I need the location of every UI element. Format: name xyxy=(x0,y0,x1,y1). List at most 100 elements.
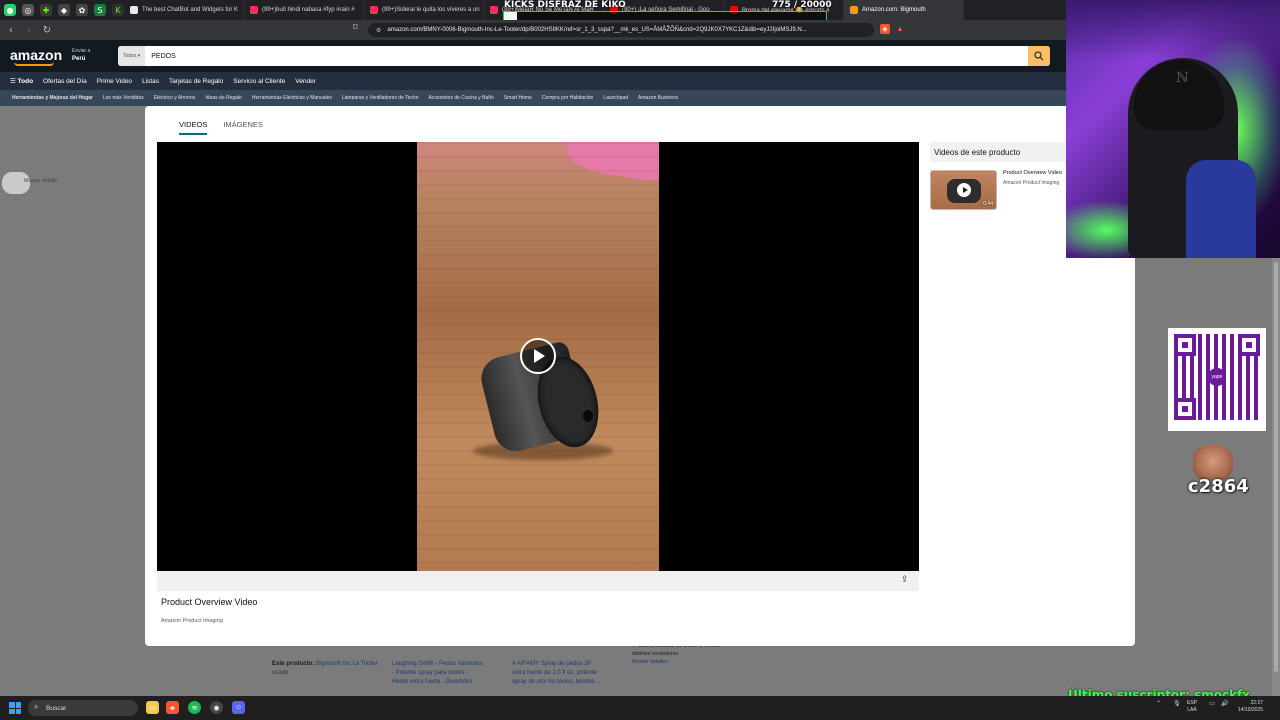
yape-logo-text: yape xyxy=(1211,374,1223,380)
kick-icon[interactable]: ✚ xyxy=(40,4,52,16)
amazon-icon xyxy=(850,6,858,14)
tab-tiktok-1[interactable]: (99+)buti hindi nabasa #fyp #rain # xyxy=(244,0,364,20)
amazon-logo[interactable]: amazon xyxy=(10,47,62,66)
file-explorer-icon[interactable]: ▭ xyxy=(146,701,159,714)
windows-taskbar: ⌕ Buscar ▭ ◈ ≋ ◉ ☺ ⌃ 🎙 ESP LAA ▭ 🔊 22:27… xyxy=(0,696,1280,720)
related-product-2[interactable]: Laughing Smith - Pedos húmedos - Potente… xyxy=(392,660,502,687)
sellers-note-line: distintos vendedores. xyxy=(632,651,680,657)
network-icon[interactable]: ▭ xyxy=(1209,700,1215,707)
amazon-subnav: Herramientas y Mejoras del Hogar Los más… xyxy=(0,90,1066,106)
tab-tiktok-2[interactable]: (99+)Sideral le quita los víveres a un xyxy=(364,0,484,20)
search-button[interactable] xyxy=(1028,46,1050,66)
volume-icon[interactable]: 🔊 xyxy=(1221,700,1228,707)
url-text: amazon.com/BMNY-0006-Bigmouth-Inc-Le-Too… xyxy=(387,27,807,33)
kick-k-icon[interactable]: K xyxy=(112,4,124,16)
product-title-line: Laughing Smith - Pedos húmedos xyxy=(392,661,483,667)
language-code: ESP xyxy=(1187,700,1198,706)
subnav-item[interactable]: Accesorios de Cocina y Baño xyxy=(429,95,494,101)
forward-icon[interactable]: › xyxy=(22,23,36,37)
subnav-item[interactable]: Compra por Habitación xyxy=(542,95,593,101)
taskbar-search-label: Buscar xyxy=(46,704,67,712)
gear-icon[interactable]: ✿ xyxy=(76,4,88,16)
brave-shield-icon[interactable]: ◈ xyxy=(880,24,890,34)
nav-item-tarjetas[interactable]: Tarjetas de Regalo xyxy=(169,78,223,85)
show-details-link[interactable]: Mostrar detalles xyxy=(632,659,668,665)
windows-start-icon[interactable] xyxy=(9,702,21,714)
search-category-select[interactable]: Todos ▾ xyxy=(118,46,146,66)
brave-rewards-icon[interactable]: ▲ xyxy=(895,24,905,34)
spotify-icon[interactable]: ≋ xyxy=(188,701,201,714)
video-player[interactable] xyxy=(157,142,919,571)
bookmark-icon[interactable]: ⌑ xyxy=(353,23,358,33)
tab-title: (99+)buti hindi nabasa #fyp #rain # xyxy=(262,7,355,13)
site-info-icon[interactable]: ⚙ xyxy=(376,27,381,34)
deliver-to[interactable]: Enviar a Perú xyxy=(72,47,90,63)
nav-item-servicio[interactable]: Servicio al Cliente xyxy=(233,78,285,85)
nav-item-todo[interactable]: ☰ Todo xyxy=(10,77,33,85)
keyboard-layout: LAA xyxy=(1187,707,1197,713)
product-title-line: - Potente spray para olores - xyxy=(392,670,469,676)
yape-logo: yape xyxy=(1208,368,1226,386)
amazon-nav: ☰ Todo Ofertas del Día Prime Video Lista… xyxy=(0,72,1066,90)
search-icon xyxy=(1034,51,1044,61)
url-field[interactable]: ⚙ amazon.com/BMNY-0006-Bigmouth-Inc-Le-T… xyxy=(368,23,874,37)
deliver-to-country: Perú xyxy=(72,56,86,62)
tab-title: (99+)Sideral le quita los víveres a un xyxy=(382,7,480,13)
clock[interactable]: 22:27 14/10/2025 xyxy=(1238,700,1263,714)
tab-amazon[interactable]: Amazon.com: Bigmouth xyxy=(844,0,964,20)
webcam-overlay: ℕ xyxy=(1066,0,1280,258)
amazon-header: amazon Enviar a Perú Todos ▾ PEDOS xyxy=(0,40,1066,72)
play-button[interactable] xyxy=(520,338,556,374)
subnav-item[interactable]: Ideas de Regalo xyxy=(205,95,241,101)
nav-item-ofertas[interactable]: Ofertas del Día xyxy=(43,78,87,85)
search-icon: ⌕ xyxy=(34,702,39,711)
nav-item-vender[interactable]: Vender xyxy=(295,78,316,85)
pinned-tabs: ● ◎ ✚ ◆ ✿ S K xyxy=(0,4,124,16)
tab-favicon-icon xyxy=(130,6,138,14)
tray-chevron-icon[interactable]: ⌃ xyxy=(1156,700,1161,707)
diamond-icon[interactable]: ◆ xyxy=(58,4,70,16)
amazon-search-bar: Todos ▾ PEDOS xyxy=(118,46,1050,66)
play-icon xyxy=(957,183,971,197)
whatsapp-icon[interactable]: ● xyxy=(4,4,16,16)
sub-count: c2864 xyxy=(1188,476,1249,497)
subnav-item[interactable]: Amazon Business xyxy=(638,95,678,101)
openai-icon[interactable]: ◎ xyxy=(22,4,34,16)
subnav-item[interactable]: Eléctrico y Ahorros xyxy=(154,95,196,101)
qr-corner xyxy=(1238,334,1260,356)
this-product-name[interactable]: Bigmouth Inc Le Tooter xyxy=(316,661,378,667)
taskbar-search[interactable]: ⌕ Buscar xyxy=(28,700,138,716)
tiktok-icon xyxy=(370,6,378,14)
share-icon[interactable]: ⇪ xyxy=(901,575,913,587)
tab-chatbot[interactable]: The best ChatBot and Widgets for K xyxy=(124,0,244,20)
qr-corner xyxy=(1174,398,1196,420)
subnav-item[interactable]: Launchpad xyxy=(603,95,628,101)
reload-icon[interactable]: ↻ xyxy=(40,23,54,37)
brave-icon[interactable]: ◈ xyxy=(166,701,179,714)
page-scrollbar-thumb[interactable] xyxy=(1274,262,1278,672)
subnav-item[interactable]: Herramientas Eléctricas y Manuales xyxy=(252,95,332,101)
nav-item-listas[interactable]: Listas xyxy=(142,78,159,85)
product-title-line: Hedor extra fuerte - Divertidos xyxy=(392,679,473,685)
tab-images[interactable]: IMÁGENES xyxy=(223,120,263,135)
discord-icon[interactable]: ☺ xyxy=(232,701,245,714)
product-title-line: extra fuerte de 1.0 fl oz, potente xyxy=(512,670,597,676)
language-indicator[interactable]: ESP LAA xyxy=(1187,700,1197,714)
back-icon[interactable]: ‹ xyxy=(4,23,18,37)
microphone-icon[interactable]: 🎙 xyxy=(1173,700,1181,707)
subnav-item-hogar[interactable]: Herramientas y Mejoras del Hogar xyxy=(12,95,93,101)
subnav-item[interactable]: Lámparas y Ventiladores de Techo xyxy=(342,95,419,101)
subnav-item[interactable]: Los más Vendidos xyxy=(103,95,144,101)
clock-time: 22:27 xyxy=(1250,700,1264,706)
streamlabs-icon[interactable]: S xyxy=(94,4,106,16)
stream-goal-title: KICKS DISFRAZ DE KIKO xyxy=(504,0,626,10)
related-product-3[interactable]: A AIFAMY Spray de pedos 3P extra fuerte … xyxy=(512,660,622,687)
video-thumbnail[interactable]: 0:44 xyxy=(930,170,997,210)
yape-qr-code: yape xyxy=(1168,328,1266,431)
nav-item-prime-video[interactable]: Prime Video xyxy=(97,78,132,85)
obs-icon[interactable]: ◉ xyxy=(210,701,223,714)
subnav-item[interactable]: Smart Home xyxy=(504,95,532,101)
search-input[interactable]: PEDOS xyxy=(145,53,1028,60)
video-controls: ⇪ xyxy=(157,571,919,591)
tab-videos[interactable]: VIDEOS xyxy=(179,120,208,135)
